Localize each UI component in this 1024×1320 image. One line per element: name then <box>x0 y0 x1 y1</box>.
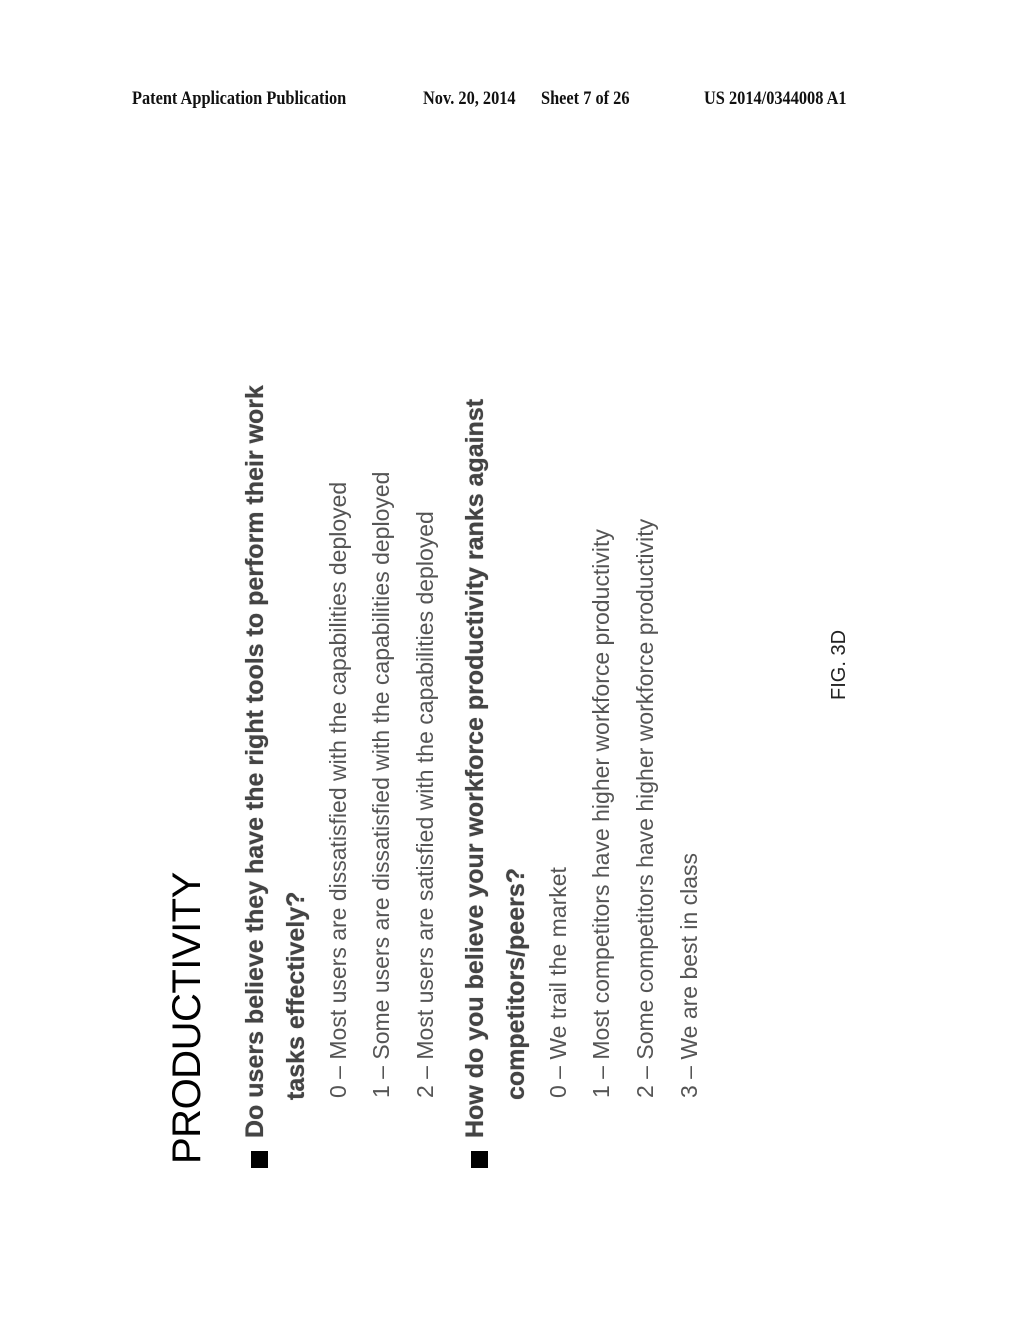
question-1-option-2: 2 – Most users are satisfied with the ca… <box>412 511 438 1098</box>
question-1-line-1: Do users believe they have the right too… <box>241 385 269 1138</box>
publication-date: Nov. 20, 2014 <box>423 88 516 109</box>
question-2-option-0: 0 – We trail the market <box>545 867 571 1098</box>
question-1-option-0: 0 – Most users are dissatisfied with the… <box>325 481 351 1098</box>
patent-number: US 2014/0344008 A1 <box>704 88 847 109</box>
question-1-line-2: tasks effectively? <box>282 891 310 1100</box>
figure-title: PRODUCTIVITY <box>165 872 209 1164</box>
question-1-option-1: 1 – Some users are dissatisfied with the… <box>368 471 394 1098</box>
figure-caption: FIG. 3D <box>828 629 850 700</box>
publication-type: Patent Application Publication <box>132 88 347 109</box>
bullet-square-icon <box>471 1151 488 1168</box>
rotated-figure-content: PRODUCTIVITY Do users believe they have … <box>165 200 725 1170</box>
question-2-option-3: 3 – We are best in class <box>676 852 702 1098</box>
bullet-square-icon <box>251 1151 268 1168</box>
question-2-line-2: competitors/peers? <box>502 867 530 1100</box>
question-2-line-1: How do you believe your workforce produc… <box>461 398 489 1138</box>
question-2-option-2: 2 – Some competitors have higher workfor… <box>632 518 658 1098</box>
question-2-option-1: 1 – Most competitors have higher workfor… <box>588 529 614 1098</box>
sheet-number: Sheet 7 of 26 <box>541 88 630 109</box>
